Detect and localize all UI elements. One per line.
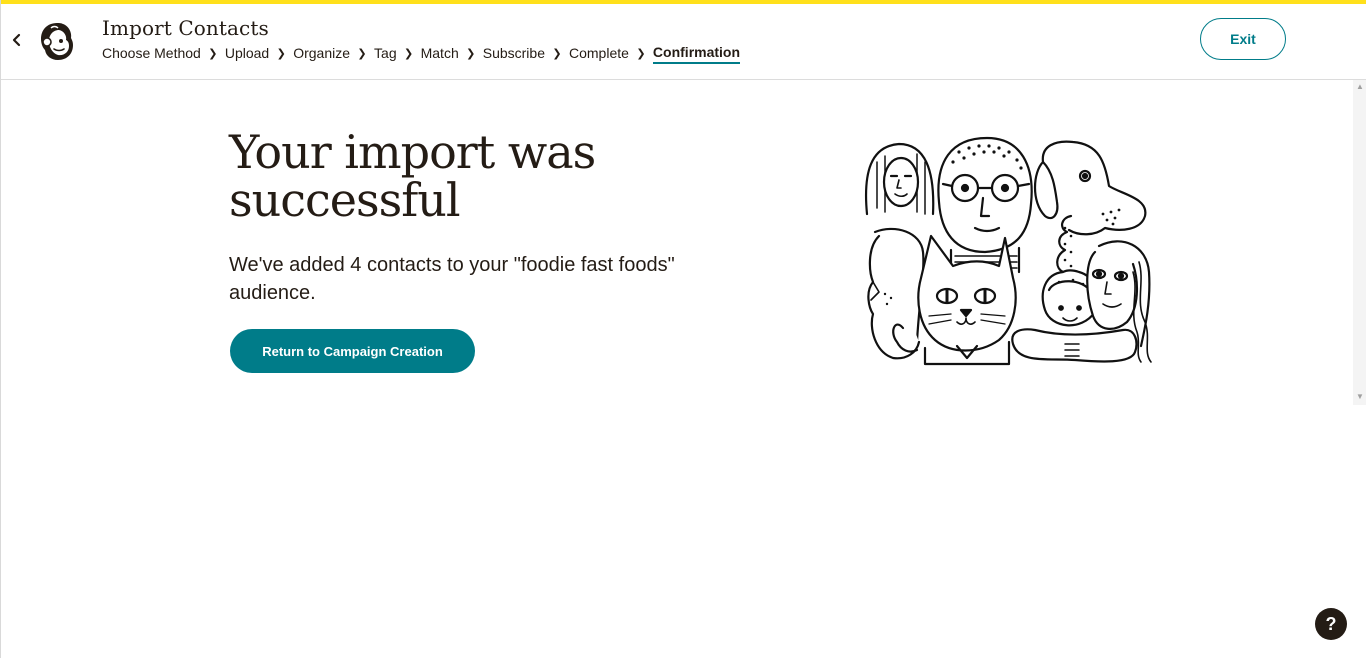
step-complete[interactable]: Complete — [569, 45, 629, 63]
step-tag[interactable]: Tag — [374, 45, 397, 63]
mailchimp-logo-icon[interactable] — [37, 20, 77, 62]
help-icon[interactable]: ? — [1315, 608, 1347, 640]
step-confirmation[interactable]: Confirmation — [652, 44, 741, 64]
step-match[interactable]: Match — [421, 45, 459, 63]
header: Import Contacts Choose Method ❯ Upload ❯… — [1, 4, 1366, 80]
chevron-right-icon: ❯ — [404, 47, 414, 60]
chevron-right-icon: ❯ — [636, 47, 646, 60]
scroll-up-icon[interactable]: ▲ — [1353, 82, 1366, 91]
step-upload[interactable]: Upload — [225, 45, 269, 63]
scrollbar[interactable] — [1353, 80, 1366, 405]
scroll-down-icon[interactable]: ▼ — [1353, 392, 1366, 401]
back-chevron-icon[interactable] — [9, 30, 25, 50]
chevron-right-icon: ❯ — [357, 47, 367, 60]
page-title: Import Contacts — [102, 16, 269, 40]
step-subscribe[interactable]: Subscribe — [483, 45, 545, 63]
success-message: We've added 4 contacts to your "foodie f… — [229, 254, 675, 304]
chevron-right-icon: ❯ — [208, 47, 218, 60]
chevron-right-icon: ❯ — [276, 47, 286, 60]
chevron-right-icon: ❯ — [466, 47, 476, 60]
exit-button[interactable]: Exit — [1200, 18, 1286, 60]
chevron-right-icon: ❯ — [552, 47, 562, 60]
import-steps-breadcrumb: Choose Method ❯ Upload ❯ Organize ❯ Tag … — [102, 44, 741, 64]
return-to-campaign-button[interactable]: Return to Campaign Creation — [230, 329, 475, 373]
step-organize[interactable]: Organize — [293, 45, 350, 63]
people-illustration — [859, 132, 1159, 368]
step-choose-method[interactable]: Choose Method — [102, 45, 201, 63]
import-confirmation-page: Import Contacts Choose Method ❯ Upload ❯… — [0, 0, 1366, 658]
success-headline: Your import was successful — [229, 125, 596, 227]
